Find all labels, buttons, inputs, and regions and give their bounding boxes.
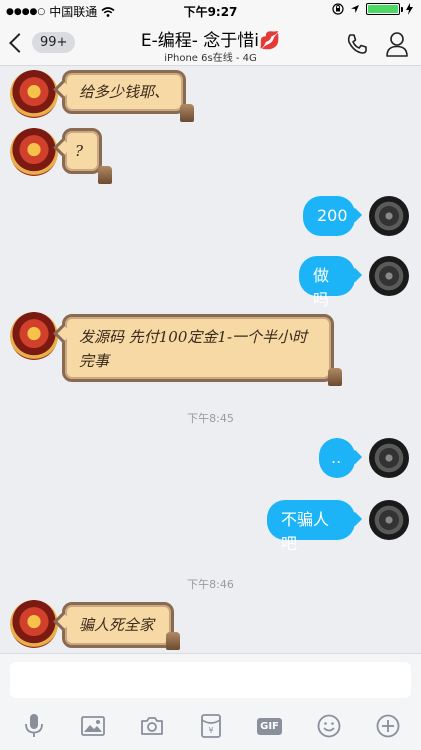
timestamp: 下午8:46 [187,578,234,591]
composer-toolbar: ¥ GIF [0,706,421,746]
svg-text:¥: ¥ [208,726,213,735]
message-text: 发源码 先付100定金1-一个半小时完事 [79,328,308,370]
message-bubble-received[interactable]: 发源码 先付100定金1-一个半小时完事 [62,314,334,382]
message-text: .. [331,448,342,467]
timestamp: 下午8:45 [187,412,234,425]
contact-avatar[interactable] [10,70,58,118]
emoji-icon[interactable] [315,712,343,740]
status-bar: ●●●●○ 中国联通 下午9:27 [0,0,421,22]
my-avatar[interactable] [369,196,409,236]
red-packet-icon[interactable]: ¥ [197,712,225,740]
bubble-decoration [166,632,180,650]
message-bubble-sent[interactable]: 200 [303,196,355,236]
profile-icon[interactable] [385,31,409,57]
camera-icon[interactable] [138,712,166,740]
chat-area[interactable]: 给多少钱耶、 ? 200 做吗 发源码 先付100定金1-一个半小时完事 下午8… [0,66,421,653]
message-text: ? [75,142,84,160]
rotation-lock-icon [332,3,344,15]
bubble-decoration [98,166,112,184]
my-avatar[interactable] [369,438,409,478]
bubble-decoration [328,368,342,386]
contact-avatar[interactable] [10,600,58,648]
plus-icon[interactable] [374,712,402,740]
message-text: 做吗 [313,266,330,309]
bubble-decoration [180,104,194,122]
message-bubble-received[interactable]: 骗人死全家 [62,602,174,648]
my-avatar[interactable] [369,500,409,540]
message-text: 不骗人吧 [281,510,330,553]
message-text: 200 [317,206,348,225]
charging-icon [406,3,413,15]
phone-icon[interactable] [345,32,369,56]
nav-bar: 99+ E-编程- 念于惜i💋 iPhone 6s在线 - 4G [0,22,421,66]
microphone-icon[interactable] [20,712,48,740]
message-bubble-sent[interactable]: 做吗 [299,256,355,309]
gif-icon[interactable]: GIF [256,712,284,740]
message-bubble-sent[interactable]: .. [319,438,355,478]
image-icon[interactable] [79,712,107,740]
contact-avatar[interactable] [10,128,58,176]
my-avatar[interactable] [369,256,409,296]
battery-icon [366,3,403,15]
message-input[interactable] [10,662,411,698]
contact-avatar[interactable] [10,312,58,360]
message-bubble-received[interactable]: ? [62,128,102,174]
message-text: 骗人死全家 [79,616,155,634]
message-bubble-sent[interactable]: 不骗人吧 [267,500,355,553]
location-icon [351,5,359,13]
message-text: 给多少钱耶、 [79,83,170,101]
composer: ¥ GIF [0,653,421,750]
message-bubble-received[interactable]: 给多少钱耶、 [62,70,186,114]
